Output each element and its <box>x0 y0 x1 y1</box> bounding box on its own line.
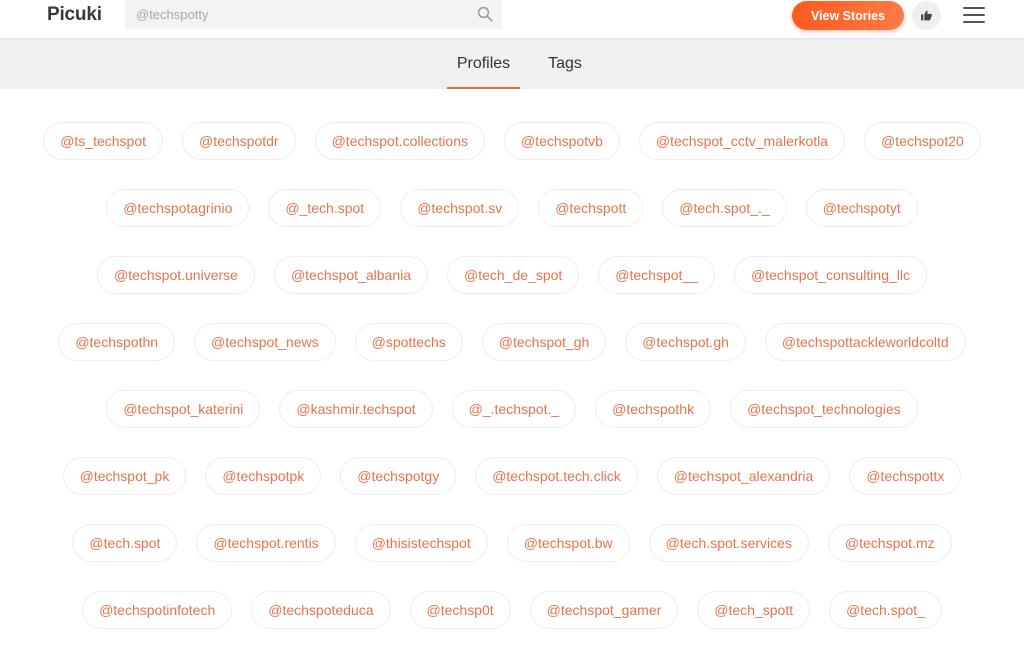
search-input[interactable] <box>125 0 502 29</box>
profile-link[interactable]: @techspot.collections <box>314 122 485 160</box>
profile-link[interactable]: @techspoteduca <box>251 591 391 629</box>
profile-link[interactable]: @techspothk <box>595 390 712 428</box>
profile-link[interactable]: @techspot_katerini <box>106 390 261 428</box>
profile-link[interactable]: @tech_spott <box>697 591 811 629</box>
profile-link[interactable]: @techspot.mz <box>827 524 952 562</box>
profile-link[interactable]: @techspot_pk <box>62 457 187 495</box>
profile-link[interactable]: @techspot.rentis <box>196 524 336 562</box>
profile-link[interactable]: @techspot_cctv_malerkotla <box>638 122 846 160</box>
profile-row: @techspothn @techspot_news @spottechs @tech… <box>0 323 1024 361</box>
profile-link[interactable]: @_.techspot._ <box>451 390 577 428</box>
profile-link[interactable]: @thisistechspot <box>354 524 488 562</box>
profile-link[interactable]: @techspotagrinio <box>106 189 250 227</box>
profile-link[interactable]: @kashmir.techspot <box>279 390 433 428</box>
tab-bar: Profiles Tags <box>0 38 1024 89</box>
profile-link[interactable]: @techspot_gamer <box>529 591 679 629</box>
profile-link[interactable]: @techspot_alexandria <box>656 457 831 495</box>
profile-row: @techspotagrinio @_tech.spot @techspot.sv @… <box>0 189 1024 227</box>
tab-profiles[interactable]: Profiles <box>447 38 520 89</box>
profile-link[interactable]: @techspot20 <box>864 122 981 160</box>
profile-row: @techspot.universe @techspot_albania @tech… <box>0 256 1024 294</box>
profile-link[interactable]: @techspot.bw <box>506 524 630 562</box>
profile-row: @techspotinfotech @techspoteduca @techsp0t… <box>0 591 1024 629</box>
profile-link[interactable]: @techspot.tech.click <box>475 457 638 495</box>
profile-row: @techspot_katerini @kashmir.techspot @_.te… <box>0 390 1024 428</box>
hamburger-menu-icon[interactable] <box>963 7 985 23</box>
profile-link[interactable]: @techspot.gh <box>625 323 746 361</box>
profile-row: @techspot_pk @techspotpk @techspotgy @techs… <box>0 457 1024 495</box>
thumbs-up-icon <box>921 10 932 21</box>
profile-link[interactable]: @techspottackleworldcoltd <box>764 323 966 361</box>
search-bar <box>125 0 502 29</box>
profile-link[interactable]: @techspot_albania <box>273 256 429 294</box>
profile-link[interactable]: @techsp0t <box>409 591 511 629</box>
logo[interactable]: Picuki <box>47 4 102 26</box>
profile-link[interactable]: @tech.spot_._ <box>662 189 787 227</box>
profile-link[interactable]: @techspotinfotech <box>82 591 233 629</box>
profile-link[interactable]: @techspotyt <box>805 189 918 227</box>
profile-link[interactable]: @techspot__ <box>598 256 716 294</box>
profile-row: @ts_techspot @techspotdr @techspot.collect… <box>0 122 1024 160</box>
profile-link[interactable]: @techspot_consulting_llc <box>734 256 927 294</box>
profile-link[interactable]: @techspotvb <box>503 122 620 160</box>
profile-link[interactable]: @spottechs <box>354 323 463 361</box>
profile-link[interactable]: @techspottx <box>849 457 962 495</box>
like-button[interactable] <box>912 1 941 30</box>
profile-results: @ts_techspot @techspotdr @techspot.collect… <box>0 122 1024 658</box>
profile-link[interactable]: @techspotpk <box>205 457 322 495</box>
profile-link[interactable]: @techspot_technologies <box>730 390 918 428</box>
profile-link[interactable]: @_tech.spot <box>268 189 382 227</box>
profile-link[interactable]: @techspotdr <box>182 122 296 160</box>
profile-row: @tech.spot @techspot.rentis @thisistechspo… <box>0 524 1024 562</box>
profile-link[interactable]: @tech.spot <box>72 524 178 562</box>
profile-link[interactable]: @tech.spot_ <box>829 591 942 629</box>
profile-link[interactable]: @tech_de_spot <box>447 256 580 294</box>
tab-tags[interactable]: Tags <box>540 38 590 89</box>
profile-link[interactable]: @ts_techspot <box>43 122 163 160</box>
search-icon[interactable] <box>476 5 494 23</box>
profile-link[interactable]: @techspot.universe <box>96 256 255 294</box>
profile-link[interactable]: @techspot_news <box>194 323 336 361</box>
profile-link[interactable]: @tech.spot.services <box>648 524 809 562</box>
profile-link[interactable]: @techspothn <box>58 323 176 361</box>
profile-link[interactable]: @techspotgy <box>340 457 457 495</box>
profile-link[interactable]: @techspot.sv <box>400 189 520 227</box>
profile-link[interactable]: @techspott <box>538 189 644 227</box>
top-header: Picuki View Stories <box>0 0 1024 38</box>
view-stories-button[interactable]: View Stories <box>792 1 904 30</box>
profile-link[interactable]: @techspot_gh <box>481 323 607 361</box>
